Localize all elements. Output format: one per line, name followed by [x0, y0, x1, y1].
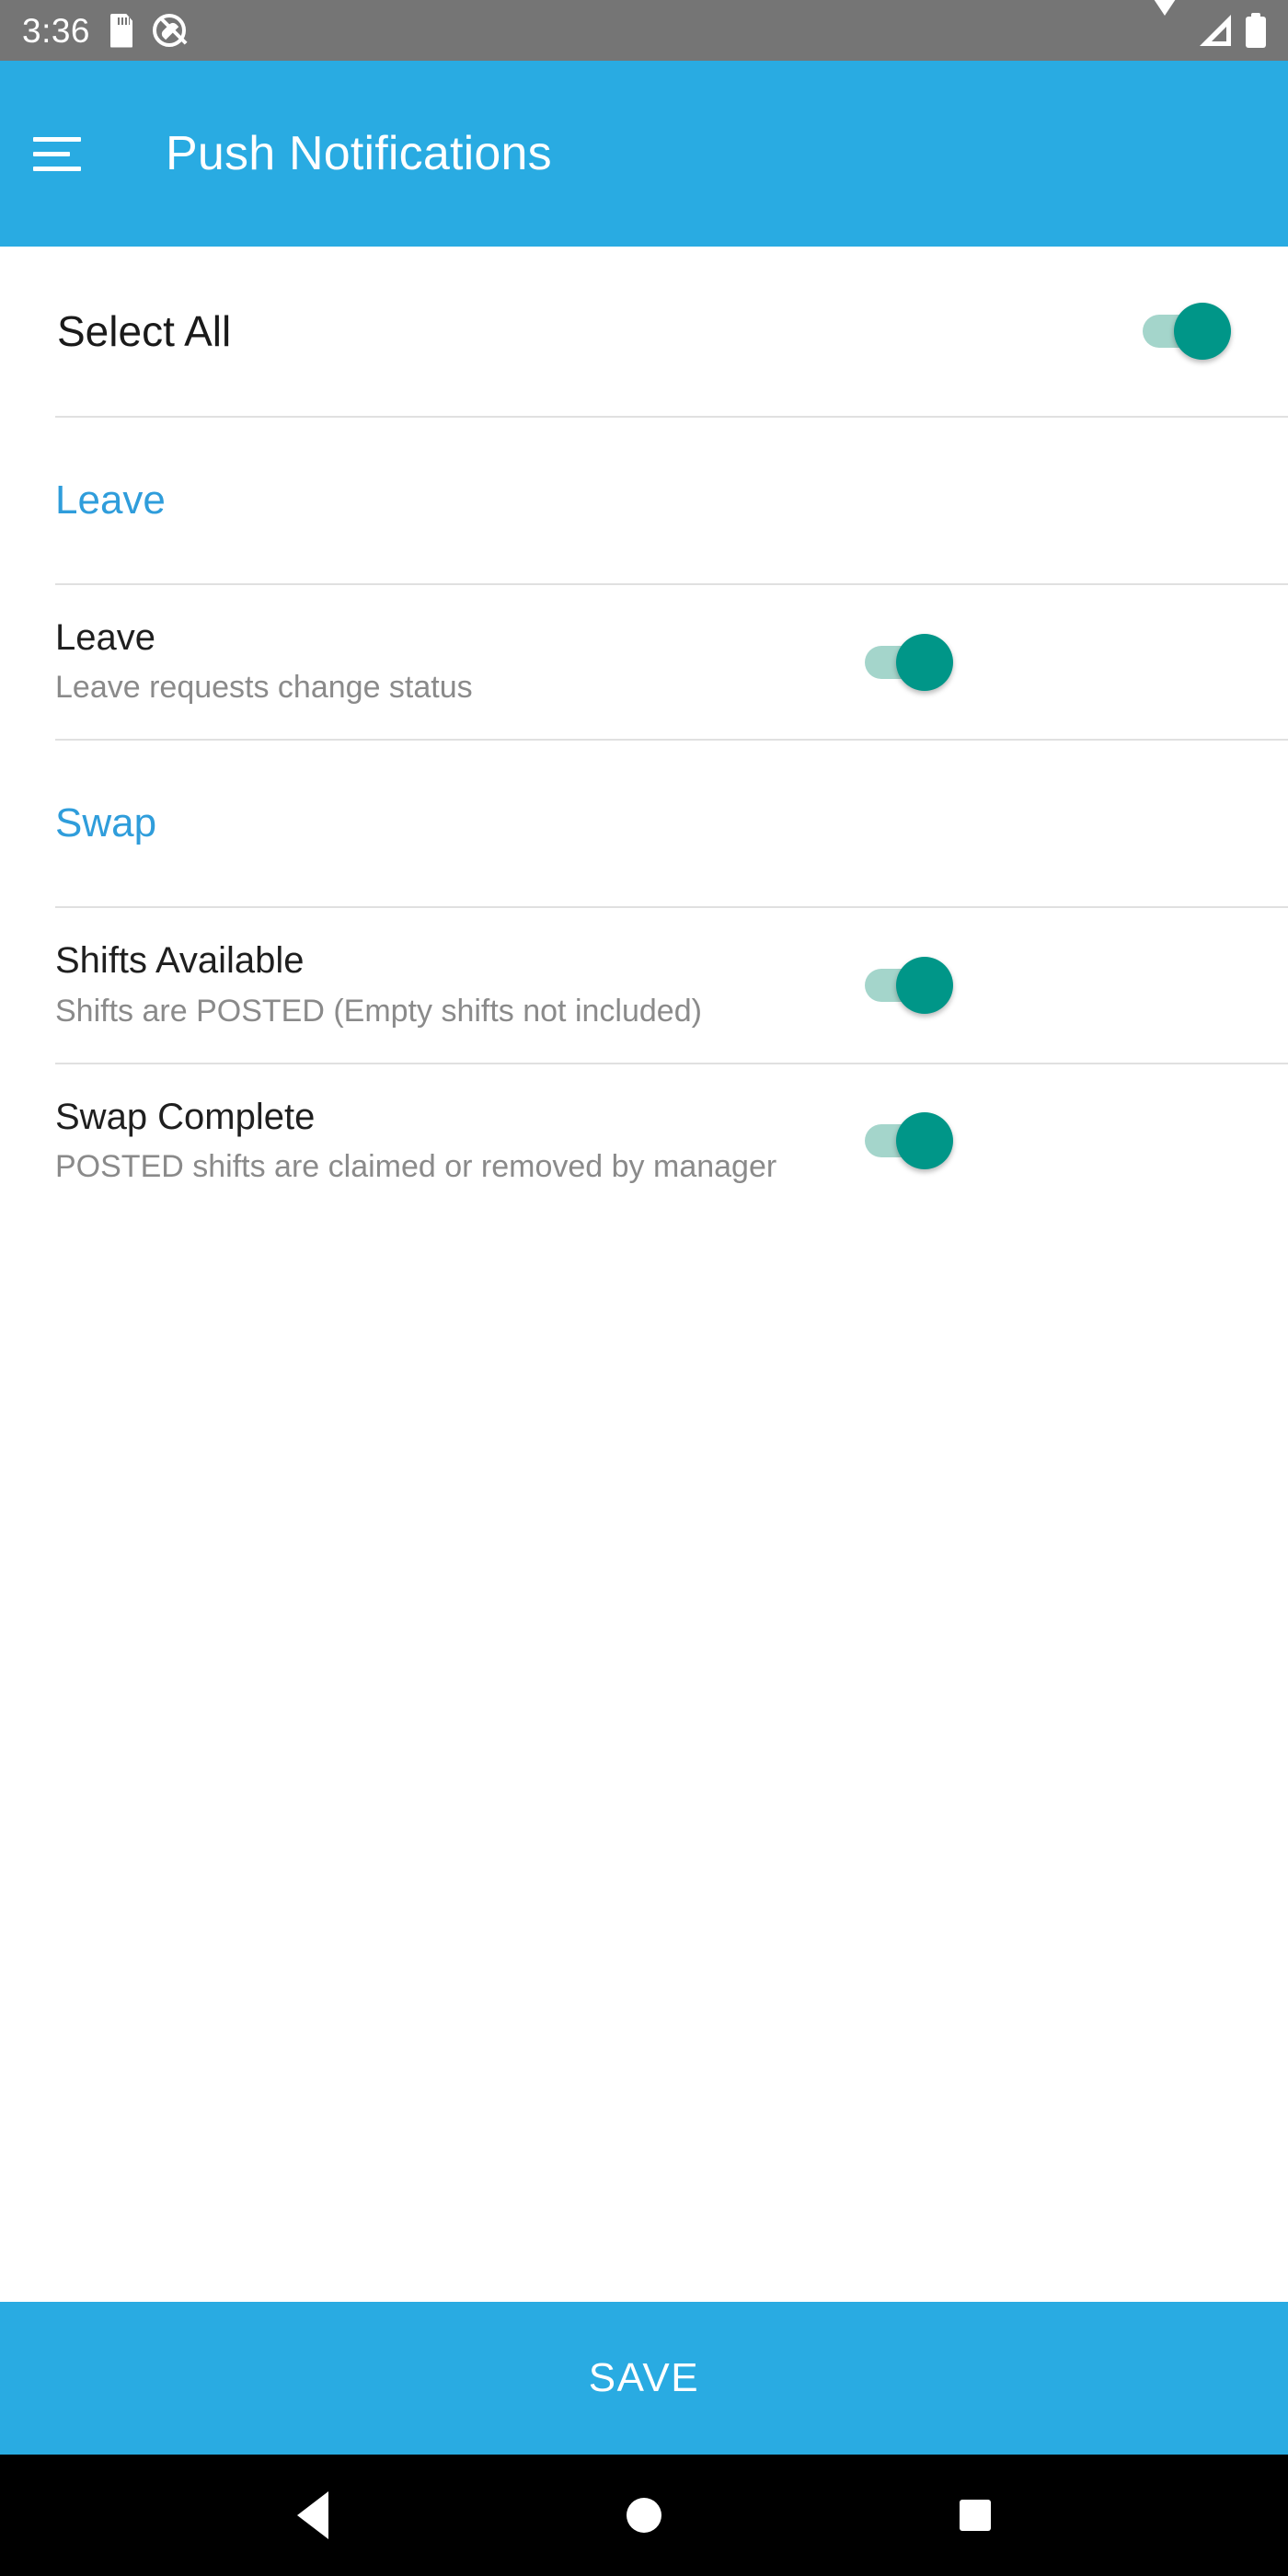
- wifi-icon: [1146, 0, 1183, 45]
- android-navigation-bar: [0, 2455, 1288, 2576]
- status-bar-left: 3:36: [22, 11, 187, 50]
- swap-complete-toggle[interactable]: [865, 1112, 953, 1170]
- menu-line-1: [33, 136, 81, 142]
- back-button[interactable]: [258, 2455, 368, 2576]
- list-item-swap-complete[interactable]: Swap Complete POSTED shifts are claimed …: [0, 1064, 1288, 1218]
- list-item-subtitle: POSTED shifts are claimed or removed by …: [55, 1148, 777, 1184]
- select-all-label: Select All: [57, 307, 232, 355]
- battery-icon: [1246, 13, 1266, 48]
- settings-list: Select All Leave Leave Leave requests ch…: [0, 247, 1288, 2302]
- list-item-shifts-available[interactable]: Shifts Available Shifts are POSTED (Empt…: [0, 908, 1288, 1062]
- save-button[interactable]: SAVE: [0, 2302, 1288, 2455]
- list-item-leave[interactable]: Leave Leave requests change status: [0, 585, 1288, 739]
- page-title: Push Notifications: [166, 127, 552, 180]
- list-item-switch-cell: [865, 957, 1058, 1015]
- list-item-subtitle: Shifts are POSTED (Empty shifts not incl…: [55, 993, 702, 1029]
- list-item-title: Leave: [55, 617, 155, 658]
- select-all-toggle[interactable]: [1143, 303, 1231, 360]
- back-triangle-icon: [297, 2491, 328, 2539]
- do-not-disturb-icon: [153, 14, 187, 47]
- list-item-title: Swap Complete: [55, 1096, 316, 1137]
- status-bar: 3:36: [0, 0, 1288, 61]
- section-title: Leave: [55, 477, 166, 523]
- list-item-subtitle: Leave requests change status: [55, 670, 473, 706]
- menu-line-2: [33, 151, 70, 156]
- leave-toggle[interactable]: [865, 633, 953, 691]
- recents-button[interactable]: [920, 2455, 1030, 2576]
- list-item-texts: Shifts Available Shifts are POSTED (Empt…: [55, 908, 865, 1062]
- select-all-row[interactable]: Select All: [0, 247, 1288, 416]
- toggle-thumb: [896, 633, 953, 691]
- toggle-thumb: [896, 957, 953, 1015]
- list-item-switch-cell: [865, 1112, 1058, 1170]
- cellular-signal-icon: [1198, 15, 1231, 46]
- section-title: Swap: [55, 800, 157, 846]
- section-header-swap: Swap: [0, 741, 1288, 906]
- list-item-texts: Leave Leave requests change status: [55, 585, 865, 739]
- shifts-available-toggle[interactable]: [865, 957, 953, 1015]
- app-screen: 3:36 Push Notifications Select All Leave…: [0, 0, 1288, 2576]
- sdcard-icon: [110, 13, 133, 48]
- recents-square-icon: [960, 2500, 991, 2531]
- list-item-texts: Swap Complete POSTED shifts are claimed …: [55, 1064, 865, 1218]
- section-header-leave: Leave: [0, 418, 1288, 583]
- status-bar-clock: 3:36: [22, 11, 91, 50]
- list-item-title: Shifts Available: [55, 940, 305, 982]
- hamburger-menu-icon[interactable]: [33, 119, 103, 189]
- home-button[interactable]: [589, 2455, 699, 2576]
- status-bar-right: [1146, 0, 1266, 48]
- menu-line-3: [33, 166, 81, 171]
- app-bar: Push Notifications: [0, 61, 1288, 247]
- save-button-label: SAVE: [588, 2355, 700, 2400]
- home-circle-icon: [627, 2498, 661, 2533]
- toggle-thumb: [896, 1112, 953, 1170]
- list-item-switch-cell: [865, 633, 1058, 691]
- toggle-thumb: [1174, 303, 1231, 360]
